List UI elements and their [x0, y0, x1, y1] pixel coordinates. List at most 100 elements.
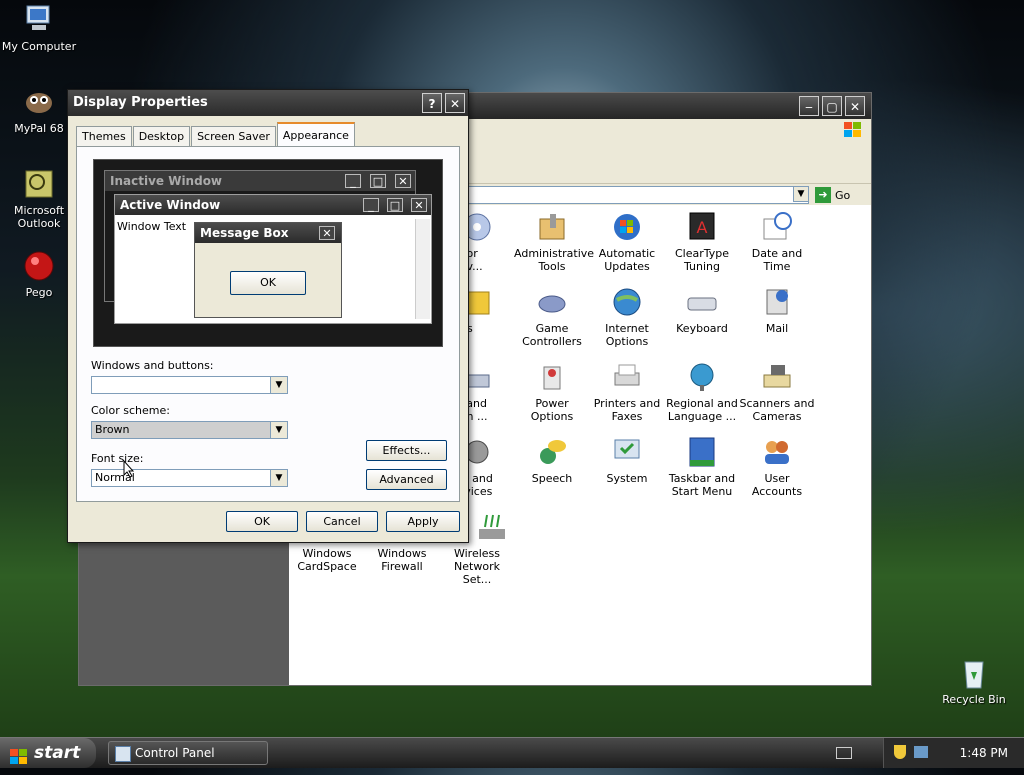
cp-item-game-controllers[interactable]: Game Controllers — [514, 286, 590, 348]
start-button[interactable]: start — [0, 738, 96, 768]
preview-msgbox-close-icon: ✕ — [319, 226, 335, 240]
cp-item-label: Windows Firewall — [377, 547, 427, 573]
cp-item-administrative-tools[interactable]: Administrative Tools — [514, 211, 595, 273]
preview-window-text: Window Text — [117, 220, 187, 233]
desktop-icon-recycle-bin[interactable]: Recycle Bin — [934, 656, 1014, 706]
preview-msgbox-ok: OK — [230, 271, 306, 295]
start-label: start — [34, 743, 81, 763]
speech-icon — [536, 436, 568, 468]
cp-item-label: Automatic Updates — [598, 247, 656, 273]
effects-button[interactable]: Effects... — [366, 440, 447, 461]
cp-item-label: Regional and Language ... — [666, 397, 738, 423]
advanced-button[interactable]: Advanced — [366, 469, 447, 490]
cp-item-keyboard[interactable]: Keyboard — [664, 286, 740, 335]
users-icon — [761, 436, 793, 468]
cp-item-label: Printers and Faxes — [593, 397, 661, 423]
mouse-cursor-icon — [123, 459, 135, 478]
color-scheme-value: Brown — [95, 423, 130, 436]
cp-item-mail[interactable]: Mail — [739, 286, 815, 335]
cp-item-user-accounts[interactable]: User Accounts — [739, 436, 815, 498]
address-input[interactable] — [459, 186, 809, 204]
cp-item-label: Power Options — [530, 397, 574, 423]
taskbar-item-label: Control Panel — [135, 746, 215, 760]
font-size-select[interactable]: Normal ▼ — [91, 469, 288, 487]
cleartype-icon: A — [686, 211, 718, 243]
svg-text:A: A — [697, 218, 708, 237]
clock-icon — [761, 211, 793, 243]
tab-appearance[interactable]: Appearance — [276, 122, 355, 147]
preview-inactive-title: Inactive Window — [110, 174, 223, 188]
gamepad-icon — [536, 286, 568, 318]
go-button[interactable]: ➜ Go — [815, 186, 850, 204]
close-button[interactable]: ✕ — [845, 96, 865, 116]
address-dropdown-button[interactable]: ▼ — [793, 186, 809, 202]
clock[interactable]: 1:48 PM — [960, 746, 1008, 760]
cp-item-label: User Accounts — [751, 472, 803, 498]
preview-active-title: Active Window — [120, 198, 221, 212]
preview-msgbox-title: Message Box — [200, 226, 289, 240]
cp-item-label: System — [606, 472, 648, 485]
preview-maximize-icon: □ — [370, 174, 386, 188]
cp-item-internet-options[interactable]: Internet Options — [589, 286, 665, 348]
desktop-icon-label: My Computer — [1, 40, 77, 53]
chevron-down-icon: ▼ — [270, 470, 287, 486]
font-size-label: Font size: — [91, 452, 144, 465]
cp-item-label: Mail — [765, 322, 789, 335]
apply-button[interactable]: Apply — [386, 511, 460, 532]
security-shield-icon[interactable] — [894, 745, 906, 759]
outlook-icon — [22, 167, 56, 201]
automatic-updates-icon — [611, 211, 643, 243]
preview-active-titlebar: Active Window — [115, 195, 431, 215]
network-tray-icon[interactable] — [914, 746, 928, 758]
color-scheme-select[interactable]: Brown ▼ — [91, 421, 288, 439]
control-panel-icon — [115, 746, 131, 762]
cp-item-power-options[interactable]: Power Options — [514, 361, 590, 423]
cp-item-label: Speech — [531, 472, 573, 485]
cp-item-regional-language[interactable]: Regional and Language ... — [664, 361, 740, 423]
maximize-button[interactable]: ▢ — [822, 96, 842, 116]
globe-icon — [611, 286, 643, 318]
tab-desktop[interactable]: Desktop — [132, 126, 191, 146]
desktop-icon-my-computer[interactable]: My Computer — [0, 3, 79, 53]
cancel-button[interactable]: Cancel — [306, 511, 378, 532]
tab-strip: Themes Desktop Screen Saver Appearance — [76, 122, 356, 147]
help-button[interactable]: ? — [422, 93, 442, 113]
taskbar-item-control-panel[interactable]: Control Panel — [108, 741, 268, 765]
appearance-preview: Inactive Window _ □ ✕ Active Window _ □ … — [93, 159, 443, 347]
cp-item-cleartype-tuning[interactable]: A ClearType Tuning — [664, 211, 740, 273]
cp-item-label: Windows CardSpace — [297, 547, 357, 573]
cp-item-speech[interactable]: Speech — [514, 436, 590, 485]
preview-inactive-titlebar: Inactive Window — [105, 171, 415, 191]
mypal-icon — [22, 85, 56, 119]
appearance-panel: Inactive Window _ □ ✕ Active Window _ □ … — [76, 146, 460, 502]
pego-icon — [22, 249, 56, 283]
minimize-button[interactable]: ‒ — [799, 96, 819, 116]
cp-item-label: Taskbar and Start Menu — [668, 472, 736, 498]
cp-item-label: Administrative Tools — [514, 247, 595, 273]
go-arrow-icon: ➜ — [815, 187, 831, 203]
windows-buttons-select[interactable]: ▼ — [91, 376, 288, 394]
ok-button[interactable]: OK — [226, 511, 298, 532]
cp-item-taskbar-start-menu[interactable]: Taskbar and Start Menu — [664, 436, 740, 498]
cp-item-scanners-cameras[interactable]: Scanners and Cameras — [739, 361, 815, 423]
cp-item-date-time[interactable]: Date and Time — [739, 211, 815, 273]
cp-item-label: Game Controllers — [522, 322, 582, 348]
keyboard-tray-icon[interactable] — [836, 747, 852, 759]
tab-screen-saver[interactable]: Screen Saver — [191, 126, 276, 146]
cp-item-system[interactable]: System — [589, 436, 665, 485]
dialog-titlebar[interactable]: Display Properties ? ✕ — [68, 90, 468, 116]
wireless-icon — [477, 511, 509, 543]
cp-item-printers-faxes[interactable]: Printers and Faxes — [589, 361, 665, 423]
regional-globe-icon — [686, 361, 718, 393]
keyboard-icon — [686, 286, 718, 318]
recycle-bin-icon — [957, 656, 991, 690]
go-label: Go — [835, 188, 851, 202]
dialog-close-button[interactable]: ✕ — [445, 93, 465, 113]
my-computer-icon — [22, 3, 56, 37]
taskbar-icon — [686, 436, 718, 468]
windows-buttons-label: Windows and buttons: — [91, 359, 214, 372]
cp-item-automatic-updates[interactable]: Automatic Updates — [589, 211, 665, 273]
preview-message-box: Message Box ✕ OK — [194, 222, 342, 318]
windows-logo-icon — [843, 121, 863, 139]
tab-themes[interactable]: Themes — [76, 126, 132, 146]
